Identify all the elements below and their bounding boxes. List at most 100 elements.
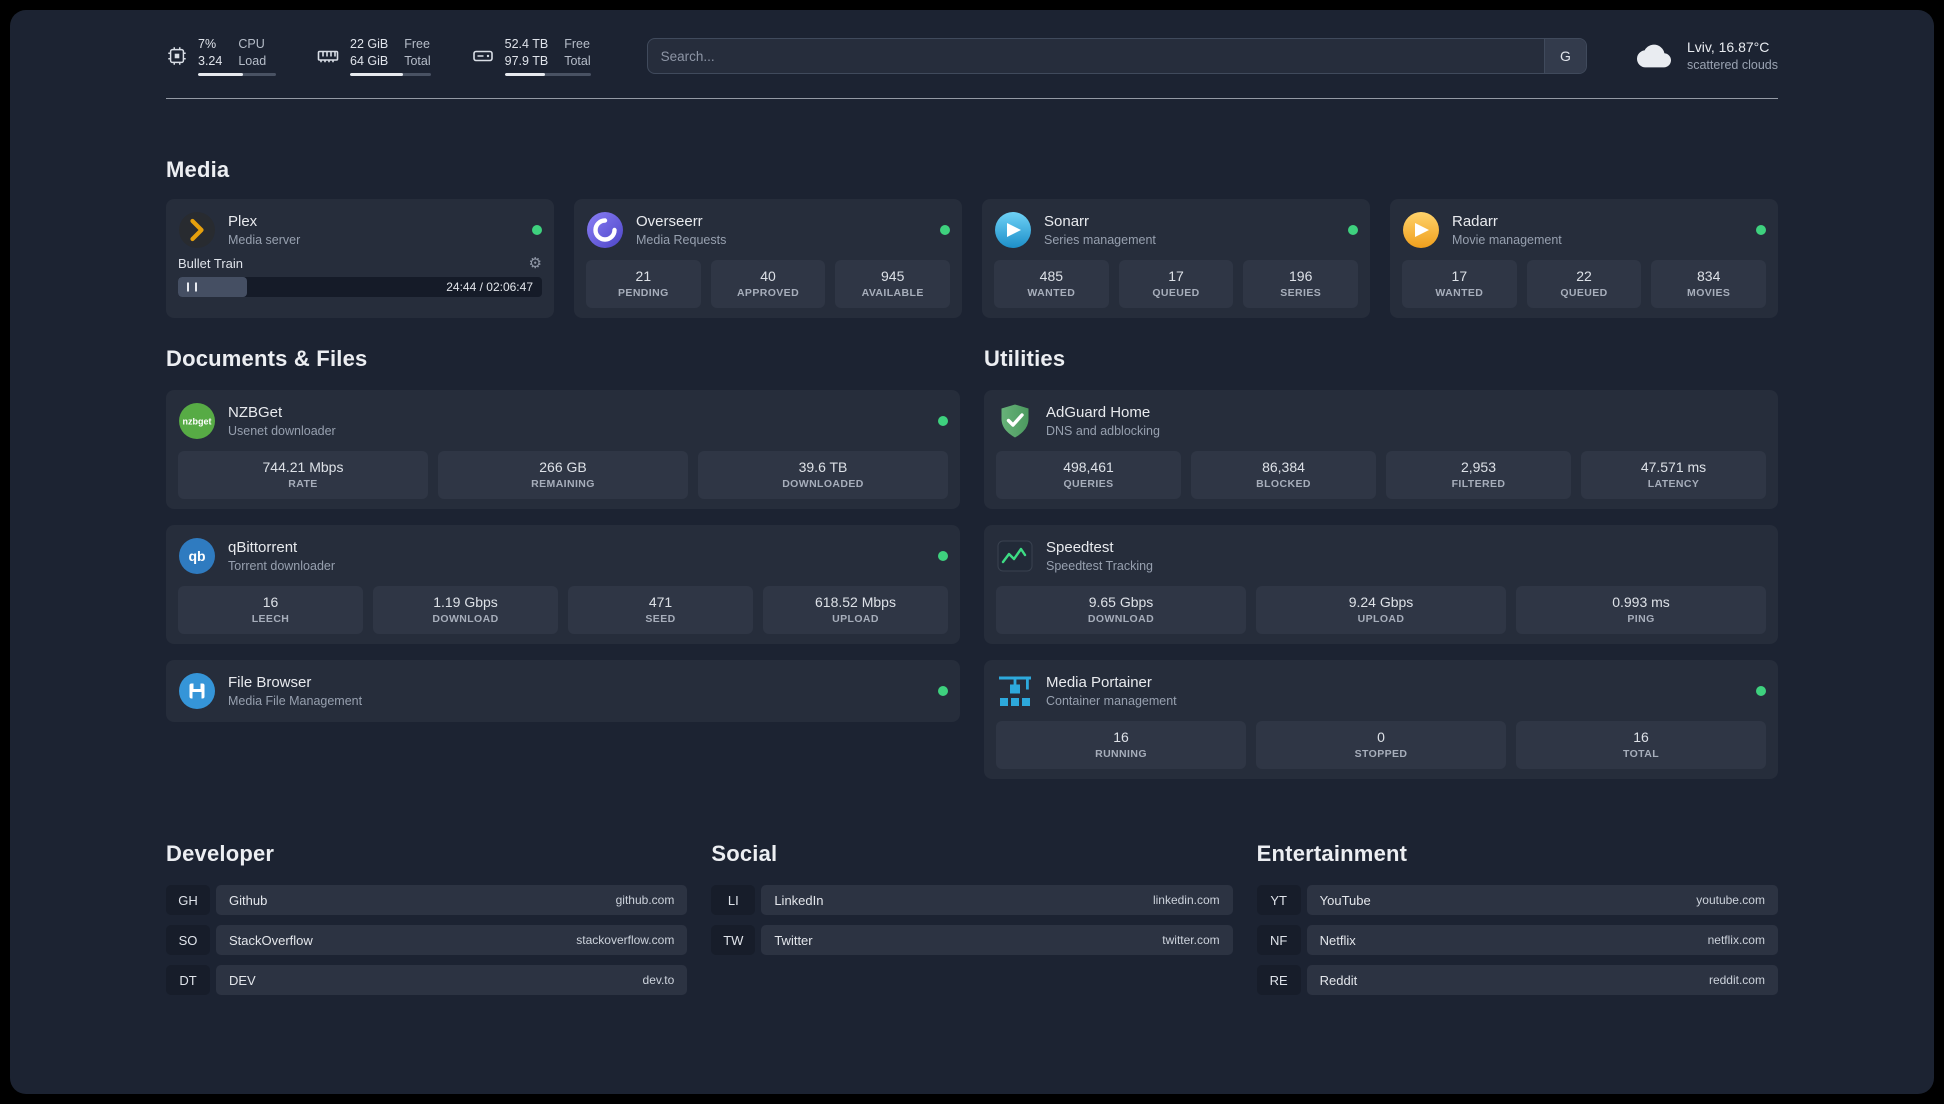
cpu-icon bbox=[166, 45, 188, 67]
service-card-plex[interactable]: Plex Media server Bullet Train ⚙ 24:44 /… bbox=[166, 199, 554, 319]
plex-now-playing: Bullet Train ⚙ 24:44 / 02:06:47 bbox=[178, 256, 542, 297]
bookmark-name: Twitter bbox=[774, 932, 813, 948]
disk-usage-bar bbox=[504, 73, 591, 76]
status-indicator bbox=[940, 225, 950, 235]
bookmark-name: Reddit bbox=[1319, 972, 1358, 988]
stat-label: SERIES bbox=[1280, 286, 1322, 299]
utilities-column: Utilities AdGuard Home DNS and adblockin… bbox=[984, 318, 1778, 780]
service-description: Media Requests bbox=[636, 232, 727, 247]
section-title-media: Media bbox=[166, 157, 230, 182]
bookmark-youtube[interactable]: YT YouTube youtube.com bbox=[1256, 885, 1778, 916]
service-card-speedtest[interactable]: Speedtest Speedtest Tracking 9.65 Gbps D… bbox=[984, 525, 1778, 645]
bookmark-twitter[interactable]: TW Twitter twitter.com bbox=[711, 925, 1233, 956]
service-name: Overseerr bbox=[636, 213, 703, 231]
section-title-social: Social bbox=[711, 841, 778, 867]
qbittorrent-icon: qb bbox=[178, 537, 216, 575]
service-card-overseerr[interactable]: Overseerr Media Requests 21 PENDING 40 A… bbox=[574, 199, 962, 319]
service-name: qBittorrent bbox=[228, 539, 298, 557]
weather-location: Lviv, 16.87°C bbox=[1686, 39, 1770, 56]
stat-value: 945 bbox=[881, 268, 905, 284]
stat-value: 744.21 Mbps bbox=[262, 459, 344, 476]
bookmark-name: Github bbox=[229, 892, 268, 908]
section-title-developer: Developer bbox=[166, 841, 275, 867]
bookmark-reddit[interactable]: RE Reddit reddit.com bbox=[1256, 965, 1778, 996]
svg-text:qb: qb bbox=[188, 548, 205, 564]
stat-leech: 16 LEECH bbox=[178, 586, 363, 635]
cpu-usage-bar bbox=[198, 73, 276, 76]
service-card-qbittorrent[interactable]: qb qBittorrent Torrent downloader 16 LEE… bbox=[166, 525, 960, 645]
service-description: Torrent downloader bbox=[228, 558, 336, 573]
stat-value: 17 bbox=[1451, 268, 1468, 284]
bookmark-domain: linkedin.com bbox=[1152, 893, 1220, 908]
stat-label: AVAILABLE bbox=[861, 286, 924, 299]
stat-queued: 22 QUEUED bbox=[1526, 260, 1642, 309]
topbar-divider bbox=[166, 98, 1778, 99]
memory-widget: 22 GiB 64 GiB Free Total bbox=[316, 36, 431, 76]
stat-label: MOVIES bbox=[1687, 286, 1731, 299]
stat-value: 2,953 bbox=[1460, 459, 1497, 476]
service-card-nzbget[interactable]: nzbget NZBGet Usenet downloader 744.21 M… bbox=[166, 390, 960, 510]
stat-latency: 47.571 ms LATENCY bbox=[1581, 451, 1766, 500]
service-description: Media server bbox=[228, 232, 301, 247]
pause-icon[interactable] bbox=[187, 282, 197, 292]
stat-label: WANTED bbox=[1435, 286, 1484, 299]
stat-label: UPLOAD bbox=[1357, 613, 1405, 626]
disk-labels: Free Total bbox=[564, 37, 591, 68]
bookmark-linkedin[interactable]: LI LinkedIn linkedin.com bbox=[711, 885, 1233, 916]
stat-value: 40 bbox=[760, 268, 776, 284]
search-input[interactable] bbox=[646, 38, 1587, 74]
service-description: Series management bbox=[1044, 232, 1156, 247]
bookmark-domain: netflix.com bbox=[1707, 933, 1765, 948]
speedtest-icon bbox=[996, 537, 1034, 575]
stat-label: APPROVED bbox=[736, 286, 800, 299]
stat-queries: 498,461 QUERIES bbox=[996, 451, 1181, 500]
service-description: Usenet downloader bbox=[228, 423, 336, 438]
bookmark-domain: dev.to bbox=[642, 973, 675, 988]
service-card-filebrowser[interactable]: File Browser Media File Management bbox=[166, 660, 960, 723]
stat-queued: 17 QUEUED bbox=[1118, 260, 1234, 309]
service-card-adguard[interactable]: AdGuard Home DNS and adblocking 498,461 … bbox=[984, 390, 1778, 510]
section-title-entertainment: Entertainment bbox=[1256, 841, 1408, 867]
playback-progress-bar[interactable]: 24:44 / 02:06:47 bbox=[178, 277, 542, 297]
status-indicator bbox=[532, 225, 542, 235]
service-name: Sonarr bbox=[1044, 213, 1090, 231]
stat-filtered: 2,953 FILTERED bbox=[1386, 451, 1571, 500]
stat-value: 196 bbox=[1289, 268, 1313, 284]
stat-label: PENDING bbox=[618, 286, 669, 299]
cpu-widget: 7% 3.24 CPU Load bbox=[166, 36, 276, 76]
search-provider-button[interactable]: G bbox=[1543, 39, 1586, 73]
service-card-radarr[interactable]: Radarr Movie management 17 WANTED 22 QUE… bbox=[1390, 199, 1778, 319]
gear-icon[interactable]: ⚙ bbox=[529, 256, 542, 271]
bookmark-dev[interactable]: DT DEV dev.to bbox=[166, 965, 688, 996]
bookmark-stackoverflow[interactable]: SO StackOverflow stackoverflow.com bbox=[166, 925, 688, 956]
stat-running: 16 RUNNING bbox=[996, 721, 1246, 770]
bookmark-netflix[interactable]: NF Netflix netflix.com bbox=[1256, 925, 1778, 956]
service-card-sonarr[interactable]: Sonarr Series management 485 WANTED 17 Q… bbox=[982, 199, 1370, 319]
stat-label: FILTERED bbox=[1451, 477, 1506, 490]
bookmark-group-entertainment: Entertainment YT YouTube youtube.com NF … bbox=[1256, 841, 1778, 1005]
bookmark-domain: stackoverflow.com bbox=[576, 933, 675, 948]
stat-value: 16 bbox=[1113, 729, 1129, 746]
playback-time: 24:44 / 02:06:47 bbox=[446, 280, 533, 294]
service-description: DNS and adblocking bbox=[1046, 423, 1160, 438]
stat-value: 86,384 bbox=[1262, 459, 1305, 476]
stat-seed: 471 SEED bbox=[568, 586, 753, 635]
stat-value: 0 bbox=[1377, 729, 1385, 746]
disk-values: 52.4 TB 97.9 TB bbox=[504, 37, 549, 68]
bookmark-github[interactable]: GH Github github.com bbox=[166, 885, 688, 916]
service-name: Media Portainer bbox=[1046, 674, 1152, 692]
stat-value: 498,461 bbox=[1063, 459, 1114, 476]
stat-label: TOTAL bbox=[1622, 748, 1660, 761]
service-card-portainer[interactable]: Media Portainer Container management 16 … bbox=[984, 660, 1778, 780]
service-name: Speedtest bbox=[1046, 539, 1114, 557]
stat-wanted: 17 WANTED bbox=[1402, 260, 1517, 309]
weather-condition: scattered clouds bbox=[1686, 58, 1778, 72]
service-name: NZBGet bbox=[228, 404, 283, 422]
stat-value: 266 GB bbox=[539, 459, 587, 476]
stat-download: 9.65 Gbps DOWNLOAD bbox=[996, 586, 1246, 635]
stat-rate: 744.21 Mbps RATE bbox=[178, 451, 428, 500]
stat-label: PING bbox=[1627, 613, 1655, 626]
bookmark-abbr: YT bbox=[1256, 885, 1301, 916]
section-title-documents: Documents & Files bbox=[166, 346, 368, 372]
stat-value: 47.571 ms bbox=[1640, 459, 1707, 476]
